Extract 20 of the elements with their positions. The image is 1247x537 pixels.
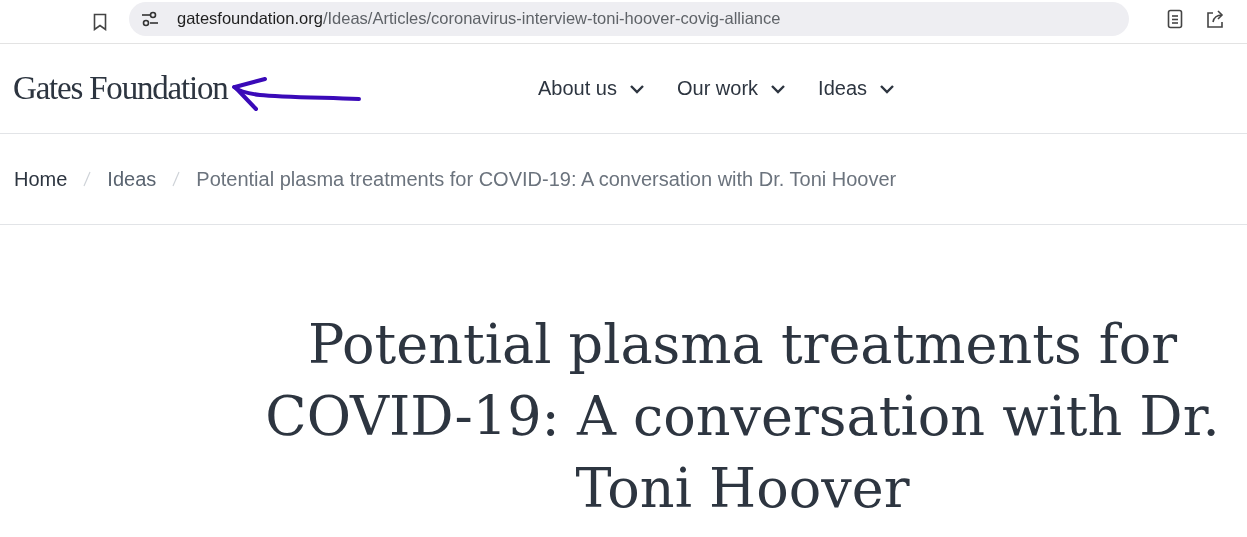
chevron-down-icon (628, 83, 645, 94)
address-bar[interactable]: gatesfoundation.org/Ideas/Articles/coronavirus-interview-toni-hoover-covig-alliance (129, 1, 1129, 36)
chevron-down-icon (879, 83, 895, 94)
logo[interactable]: Gates Foundation (13, 70, 228, 107)
url-path: /Ideas/Articles/coronavirus-interview-toni-hoover-covig-alliance (322, 9, 781, 27)
share-icon[interactable] (1205, 8, 1225, 29)
bookmark-icon[interactable] (93, 12, 107, 31)
reader-mode-icon[interactable] (1167, 8, 1183, 29)
nav-menu[interactable]: About us (538, 77, 645, 100)
url-domain: gatesfoundation.org (177, 9, 323, 27)
breadcrumb-link[interactable]: Ideas (107, 167, 157, 191)
nav-menu[interactable]: Ideas (818, 77, 895, 100)
site-settings-icon[interactable] (141, 10, 159, 27)
nav-menu[interactable]: Our work (676, 77, 787, 100)
breadcrumb-link[interactable]: Home (14, 167, 68, 191)
article-title: Potential plasma treatments for COVID-19: A conversation with Dr. Toni Hoover (264, 312, 1221, 522)
breadcrumb-separator (83, 171, 92, 187)
breadcrumb-separator (172, 171, 181, 187)
chevron-down-icon (770, 83, 787, 94)
breadcrumb-current[interactable]: Potential plasma treatments for COVID-19: A conversation with Dr. Toni Hoover (196, 167, 897, 191)
